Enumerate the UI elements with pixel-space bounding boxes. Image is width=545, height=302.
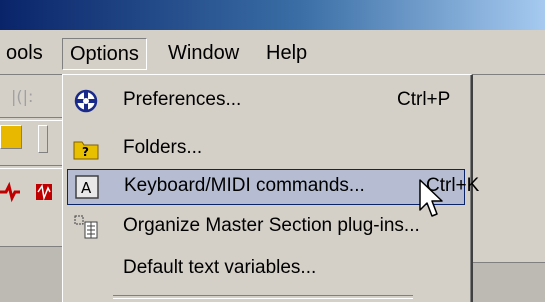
background-panel [470, 262, 545, 302]
menu-item-label: Default text variables... [123, 257, 317, 278]
keyboard-icon: A [74, 174, 100, 200]
menu-bar: ools Options Window Help [0, 30, 545, 75]
speaker-icon[interactable]: |(|: [6, 83, 42, 109]
menu-item-keyboard-midi-commands[interactable]: A Keyboard/MIDI commands... Ctrl+K [67, 169, 479, 205]
menu-item-organize-master-section-plugins[interactable]: Organize Master Section plug-ins... [67, 209, 465, 245]
menu-item-label: Folders... [123, 137, 203, 158]
menu-window[interactable]: Window [160, 38, 247, 68]
menu-item-folders[interactable]: ? Folders... [67, 131, 465, 167]
waveform-icon[interactable] [0, 179, 60, 205]
window-title-bar[interactable] [0, 0, 545, 30]
menu-help[interactable]: Help [258, 38, 315, 68]
svg-text:?: ? [82, 145, 89, 159]
options-dropdown-menu: Preferences... Ctrl+P ? Folders... A Key… [62, 74, 479, 302]
folder-help-icon: ? [73, 136, 99, 162]
menu-separator [113, 295, 413, 299]
preferences-icon [73, 88, 99, 114]
mouse-pointer-icon [418, 178, 448, 222]
menu-item-preferences[interactable]: Preferences... Ctrl+P [67, 83, 465, 119]
organize-plugins-icon [73, 214, 99, 240]
menu-item-label: Keyboard/MIDI commands... [124, 175, 365, 196]
menu-item-label: Organize Master Section plug-ins... [123, 215, 420, 236]
toolbar-bottom-panel [0, 246, 62, 302]
menu-item-default-text-variables[interactable]: Default text variables... [67, 251, 465, 287]
menu-item-label: Preferences... [123, 89, 242, 110]
menu-tools[interactable]: ools [0, 38, 51, 68]
menu-options[interactable]: Options [62, 38, 147, 70]
svg-text:A: A [81, 179, 92, 197]
menu-item-shortcut: Ctrl+P [397, 89, 451, 110]
toolbar-grip [38, 125, 48, 153]
toolbar-strip: |(|: [0, 75, 62, 302]
svg-text:|(|:: |(|: [11, 87, 33, 106]
yellow-toolbar-icon[interactable] [0, 125, 22, 149]
